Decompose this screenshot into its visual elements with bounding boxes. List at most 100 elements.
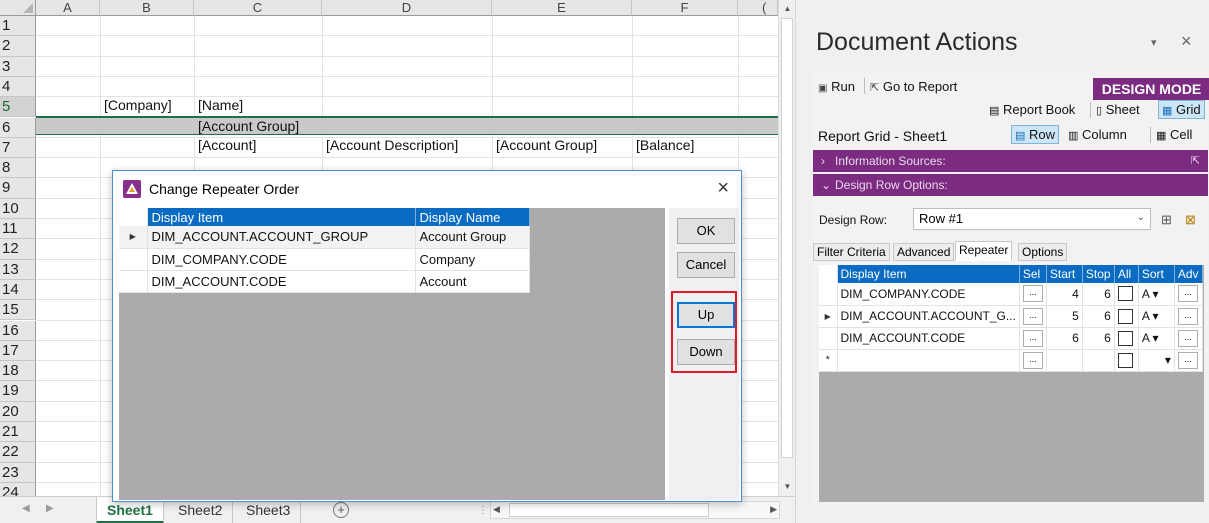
cancel-button[interactable]: Cancel — [677, 252, 735, 278]
cell-c5[interactable]: [Account Group] — [198, 118, 299, 134]
row-header-9[interactable]: 9 — [0, 178, 36, 199]
adv-ellipsis-button[interactable]: ... — [1177, 351, 1198, 369]
sort-select[interactable]: A ▾ — [1138, 305, 1175, 328]
cell-d6[interactable]: [Account Description] — [326, 137, 458, 153]
column-header-all[interactable]: All — [1114, 265, 1139, 283]
start-cell[interactable]: 4 — [1046, 283, 1083, 306]
stop-cell[interactable]: 6 — [1082, 305, 1115, 328]
adv-ellipsis-button[interactable]: ... — [1177, 329, 1198, 347]
sel-ellipsis-button[interactable]: ... — [1022, 351, 1043, 369]
column-header-a[interactable]: A — [36, 0, 100, 16]
row-toggle[interactable]: ▤ Row — [1011, 125, 1060, 144]
sel-ellipsis-button[interactable]: ... — [1022, 307, 1043, 325]
table-row[interactable]: DIM_COMPANY.CODE Company — [119, 248, 530, 271]
row-header-19[interactable]: 19 — [0, 381, 36, 402]
display-name-cell[interactable]: Company — [415, 248, 530, 271]
close-icon[interactable]: × — [717, 177, 729, 200]
column-header-display-item[interactable]: Display Item — [837, 265, 1020, 283]
column-header-start[interactable]: Start — [1046, 265, 1083, 283]
go-to-report-button[interactable]: ⇱ Go to Report — [870, 79, 957, 94]
display-item-cell[interactable]: DIM_ACCOUNT.ACCOUNT_G... — [837, 305, 1020, 328]
grid-toggle[interactable]: ▦ Grid — [1158, 100, 1205, 119]
start-cell[interactable]: 6 — [1046, 327, 1083, 350]
column-header-display-item[interactable]: Display Item — [147, 208, 416, 226]
next-sheet-icon[interactable]: ▶ — [46, 503, 54, 514]
tab-options[interactable]: Options — [1018, 243, 1068, 261]
display-item-cell[interactable]: DIM_ACCOUNT.CODE — [837, 327, 1020, 350]
row-header-13[interactable]: 13 — [0, 259, 36, 280]
cell-b4[interactable]: [Company] — [104, 97, 172, 113]
prev-sheet-icon[interactable]: ◀ — [22, 503, 30, 514]
report-book-toggle[interactable]: ▤ Report Book — [989, 102, 1075, 117]
cell-c6[interactable]: [Account] — [198, 137, 256, 153]
row-settings-icon[interactable]: ⊠ — [1185, 212, 1196, 228]
row-header-12[interactable]: 12 — [0, 239, 36, 260]
run-button[interactable]: ▣ Run — [818, 79, 855, 94]
column-header-f[interactable]: F — [632, 0, 738, 16]
display-name-cell[interactable]: Account — [415, 270, 530, 293]
ok-button[interactable]: OK — [677, 218, 735, 244]
row-header-3[interactable]: 3 — [0, 56, 36, 77]
row-header-17[interactable]: 17 — [0, 340, 36, 362]
row-header-1[interactable]: 1 — [0, 16, 36, 37]
sort-select[interactable]: A ▾ — [1138, 283, 1175, 306]
row-header-21[interactable]: 21 — [0, 422, 36, 443]
vertical-scrollbar[interactable]: ▲ ▼ — [778, 0, 795, 496]
pane-close-icon[interactable]: × — [1181, 31, 1192, 52]
column-header-c[interactable]: C — [194, 0, 322, 16]
column-header-e[interactable]: E — [492, 0, 632, 16]
display-item-cell[interactable]: DIM_COMPANY.CODE — [837, 283, 1020, 306]
design-row-options-section[interactable]: ⌄ Design Row Options: — [813, 174, 1208, 196]
column-header-stop[interactable]: Stop — [1082, 265, 1115, 283]
table-row[interactable]: DIM_ACCOUNT.CODE Account — [119, 270, 530, 293]
scroll-down-icon[interactable]: ▼ — [781, 480, 794, 493]
display-item-cell[interactable] — [837, 349, 1020, 372]
column-toggle[interactable]: ▥ Column — [1068, 127, 1127, 142]
adv-ellipsis-button[interactable]: ... — [1177, 307, 1198, 325]
row-selector[interactable] — [119, 270, 148, 293]
sort-select[interactable]: A ▾ — [1138, 327, 1175, 350]
horizontal-scrollbar[interactable]: ◀ ▶ — [490, 501, 780, 519]
new-row[interactable]: * ... ▾ ... — [819, 349, 1203, 372]
scroll-thumb[interactable] — [781, 18, 793, 458]
design-row-select[interactable]: Row #1 ⌄ — [913, 208, 1151, 230]
tab-repeater[interactable]: Repeater — [955, 241, 1013, 261]
table-row[interactable]: DIM_COMPANY.CODE ... 4 6 A ▾ ... — [819, 283, 1203, 306]
row-header-10[interactable]: 10 — [0, 198, 36, 219]
column-header-sel[interactable]: Sel — [1019, 265, 1047, 283]
row-selector[interactable] — [819, 327, 838, 350]
column-header-adv[interactable]: Adv — [1174, 265, 1203, 283]
tab-split-handle-icon[interactable]: ⋮ — [478, 505, 488, 516]
start-cell[interactable]: 5 — [1046, 305, 1083, 328]
display-item-cell[interactable]: DIM_ACCOUNT.ACCOUNT_GROUP — [147, 226, 416, 249]
stop-cell[interactable] — [1082, 349, 1115, 372]
pin-icon[interactable]: ⇱ — [1191, 150, 1200, 172]
all-checkbox[interactable] — [1117, 308, 1133, 324]
hscroll-thumb[interactable] — [509, 503, 709, 517]
tab-filter-criteria[interactable]: Filter Criteria — [813, 243, 890, 261]
cell-toggle[interactable]: ▦ Cell — [1156, 127, 1192, 142]
table-row[interactable]: ▶ DIM_ACCOUNT.ACCOUNT_GROUP Account Grou… — [119, 226, 530, 249]
add-row-icon[interactable]: ⊞ — [1161, 212, 1172, 228]
dialog-titlebar[interactable]: Change Repeater Order × — [113, 171, 741, 207]
display-item-cell[interactable]: DIM_ACCOUNT.CODE — [147, 270, 416, 293]
scroll-up-icon[interactable]: ▲ — [781, 2, 794, 15]
row-header-8[interactable]: 8 — [0, 158, 36, 179]
table-row[interactable]: DIM_ACCOUNT.CODE ... 6 6 A ▾ ... — [819, 327, 1203, 350]
stop-cell[interactable]: 6 — [1082, 283, 1115, 306]
row-header-6[interactable]: 6 — [0, 117, 36, 138]
sel-ellipsis-button[interactable]: ... — [1022, 329, 1043, 347]
row-header-18[interactable]: 18 — [0, 361, 36, 382]
sort-select[interactable]: ▾ — [1138, 349, 1175, 372]
row-header-4[interactable]: 4 — [0, 76, 36, 98]
row-header-14[interactable]: 14 — [0, 279, 36, 301]
display-item-cell[interactable]: DIM_COMPANY.CODE — [147, 248, 416, 271]
tab-advanced[interactable]: Advanced — [893, 243, 955, 261]
row-selector[interactable] — [819, 283, 838, 306]
column-header-b[interactable]: B — [100, 0, 194, 16]
sel-ellipsis-button[interactable]: ... — [1022, 285, 1043, 303]
row-selector[interactable] — [119, 248, 148, 271]
row-header-7[interactable]: 7 — [0, 137, 36, 159]
information-sources-section[interactable]: › Information Sources: ⇱ — [813, 150, 1208, 172]
scroll-left-icon[interactable]: ◀ — [493, 504, 500, 515]
